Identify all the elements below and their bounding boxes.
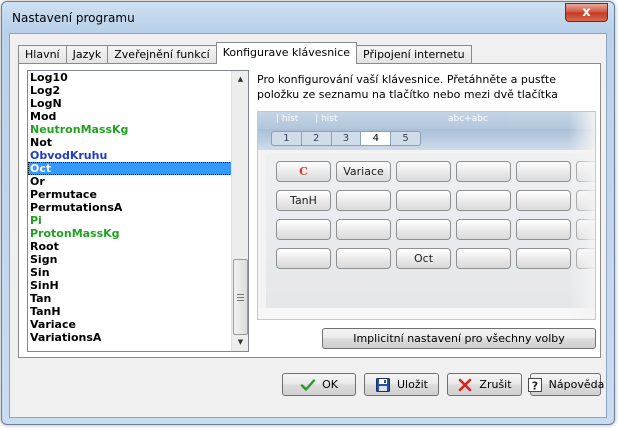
close-icon: x: [582, 5, 591, 20]
scroll-up-arrow-icon[interactable]: ▲: [233, 72, 248, 87]
keyboard-page-tab[interactable]: 3: [332, 132, 362, 145]
red-x-icon: [457, 377, 473, 393]
keyboard-preview[interactable]: | hist | hist abc+abc 12345 C Variace TanH…: [257, 111, 596, 320]
tab-1[interactable]: Jazyk: [65, 45, 109, 64]
list-item[interactable]: SinH: [28, 279, 232, 292]
keyboard-page-tab[interactable]: 2: [302, 132, 332, 145]
tab-0[interactable]: Hlavní: [18, 45, 67, 64]
tab-2[interactable]: Zveřejnění funkcí: [107, 45, 217, 64]
keyboard-key[interactable]: [396, 190, 451, 211]
list-item[interactable]: ProtonMassKg: [28, 227, 232, 240]
list-item[interactable]: NeutronMassKg: [28, 123, 232, 136]
list-item[interactable]: Root: [28, 240, 232, 253]
keyboard-key[interactable]: [456, 190, 511, 211]
list-item[interactable]: Not: [28, 136, 232, 149]
title-bar[interactable]: Nastavení programu x: [2, 2, 614, 34]
keyboard-key[interactable]: [396, 219, 451, 240]
list-item[interactable]: ObvodKruhu: [28, 149, 232, 162]
keyboard-page-tabs: 12345: [271, 131, 421, 146]
keyboard-key[interactable]: [276, 219, 331, 240]
svg-text:?: ?: [531, 379, 537, 392]
keyboard-key[interactable]: Variace: [336, 161, 391, 182]
cancel-button[interactable]: Zrušit: [447, 373, 522, 396]
instructions-text: Pro konfigurování vaší klávesnice. Přetá…: [257, 73, 558, 101]
keyboard-key[interactable]: [276, 248, 331, 269]
settings-window: Nastavení programu x Hlavní Jazyk Zveřejně…: [1, 1, 615, 425]
preview-header-text-3: abc+abc: [448, 114, 488, 124]
list-item[interactable]: Log2: [28, 84, 232, 97]
list-item[interactable]: LogN: [28, 97, 232, 110]
help-question-icon: ?: [527, 377, 543, 393]
list-item[interactable]: Tan: [28, 292, 232, 305]
floppy-disk-icon: [375, 377, 391, 393]
keyboard-key[interactable]: [516, 190, 571, 211]
ok-button-label: OK: [322, 378, 338, 391]
list-item[interactable]: Pi: [28, 214, 232, 227]
list-item[interactable]: Variace: [28, 318, 232, 331]
list-item[interactable]: Mod: [28, 110, 232, 123]
checkmark-icon: [300, 377, 316, 393]
keyboard-key[interactable]: Oct: [396, 248, 451, 269]
reset-defaults-button[interactable]: Implicitní nastavení pro všechny volby: [322, 328, 596, 349]
keyboard-page-tab[interactable]: 4: [361, 132, 392, 145]
preview-header-text-2: | hist: [315, 114, 338, 124]
keyboard-key[interactable]: [336, 248, 391, 269]
keyboard-key[interactable]: TanH: [276, 190, 331, 211]
keyboard-key[interactable]: [516, 219, 571, 240]
keyboard-page-tab[interactable]: 5: [391, 132, 420, 145]
keyboard-key[interactable]: [456, 219, 511, 240]
list-item[interactable]: Log10: [28, 71, 232, 84]
tab-strip: Hlavní Jazyk Zveřejnění funkcí Konfigurave …: [18, 42, 472, 64]
tab-4[interactable]: Připojení internetu: [356, 45, 472, 64]
keyboard-key[interactable]: C: [276, 161, 331, 182]
list-item[interactable]: Sin: [28, 266, 232, 279]
list-item[interactable]: Permutace: [28, 188, 232, 201]
window-title: Nastavení programu: [12, 11, 135, 25]
close-button[interactable]: x: [565, 3, 608, 22]
tab-panel-keyboard-config: Log10 Log2 LogN Mod NeutronMassKg Not ObvodKru…: [18, 63, 601, 358]
list-item[interactable]: VariationsA: [28, 331, 232, 344]
keyboard-key[interactable]: [516, 248, 571, 269]
list-item[interactable]: Oct: [28, 162, 232, 175]
scroll-down-arrow-icon[interactable]: ▼: [233, 335, 248, 350]
keyboard-key[interactable]: [336, 190, 391, 211]
save-button-label: Uložit: [397, 378, 428, 391]
scroll-thumb[interactable]: [233, 259, 248, 335]
keyboard-preview-fade: [569, 112, 595, 319]
help-button[interactable]: ? Nápověda: [527, 373, 604, 396]
keyboard-key[interactable]: [456, 248, 511, 269]
keyboard-key-grid: C Variace TanH Oct: [276, 161, 595, 269]
tab-3[interactable]: Konfigurave klávesnice: [215, 42, 358, 64]
save-button[interactable]: Uložit: [364, 373, 439, 396]
keyboard-key[interactable]: [396, 161, 451, 182]
keyboard-preview-bottom: [258, 308, 595, 319]
keyboard-preview-header: | hist | hist abc+abc: [258, 112, 595, 129]
function-listbox[interactable]: Log10 Log2 LogN Mod NeutronMassKg Not ObvodKru…: [27, 70, 249, 352]
keyboard-page-tab[interactable]: 1: [272, 132, 302, 145]
list-item[interactable]: TanH: [28, 305, 232, 318]
cancel-button-label: Zrušit: [479, 378, 512, 391]
grip-icon: [237, 294, 244, 301]
list-item[interactable]: Sign: [28, 253, 232, 266]
function-list: Log10 Log2 LogN Mod NeutronMassKg Not ObvodKru…: [28, 71, 232, 344]
list-item[interactable]: Or: [28, 175, 232, 188]
keyboard-page-tabstrip: 12345: [258, 129, 595, 150]
keyboard-key[interactable]: [336, 219, 391, 240]
keyboard-key[interactable]: [456, 161, 511, 182]
keyboard-key[interactable]: [516, 161, 571, 182]
dialog-body: Hlavní Jazyk Zveřejnění funkcí Konfigurave …: [9, 33, 607, 418]
ok-button[interactable]: OK: [282, 373, 356, 396]
list-scrollbar[interactable]: ▲ ▼: [231, 71, 248, 351]
list-item[interactable]: PermutationsA: [28, 201, 232, 214]
preview-header-text-1: | hist: [276, 114, 299, 124]
keyboard-key-area: C Variace TanH Oct: [266, 153, 595, 313]
help-button-label: Nápověda: [548, 378, 605, 391]
